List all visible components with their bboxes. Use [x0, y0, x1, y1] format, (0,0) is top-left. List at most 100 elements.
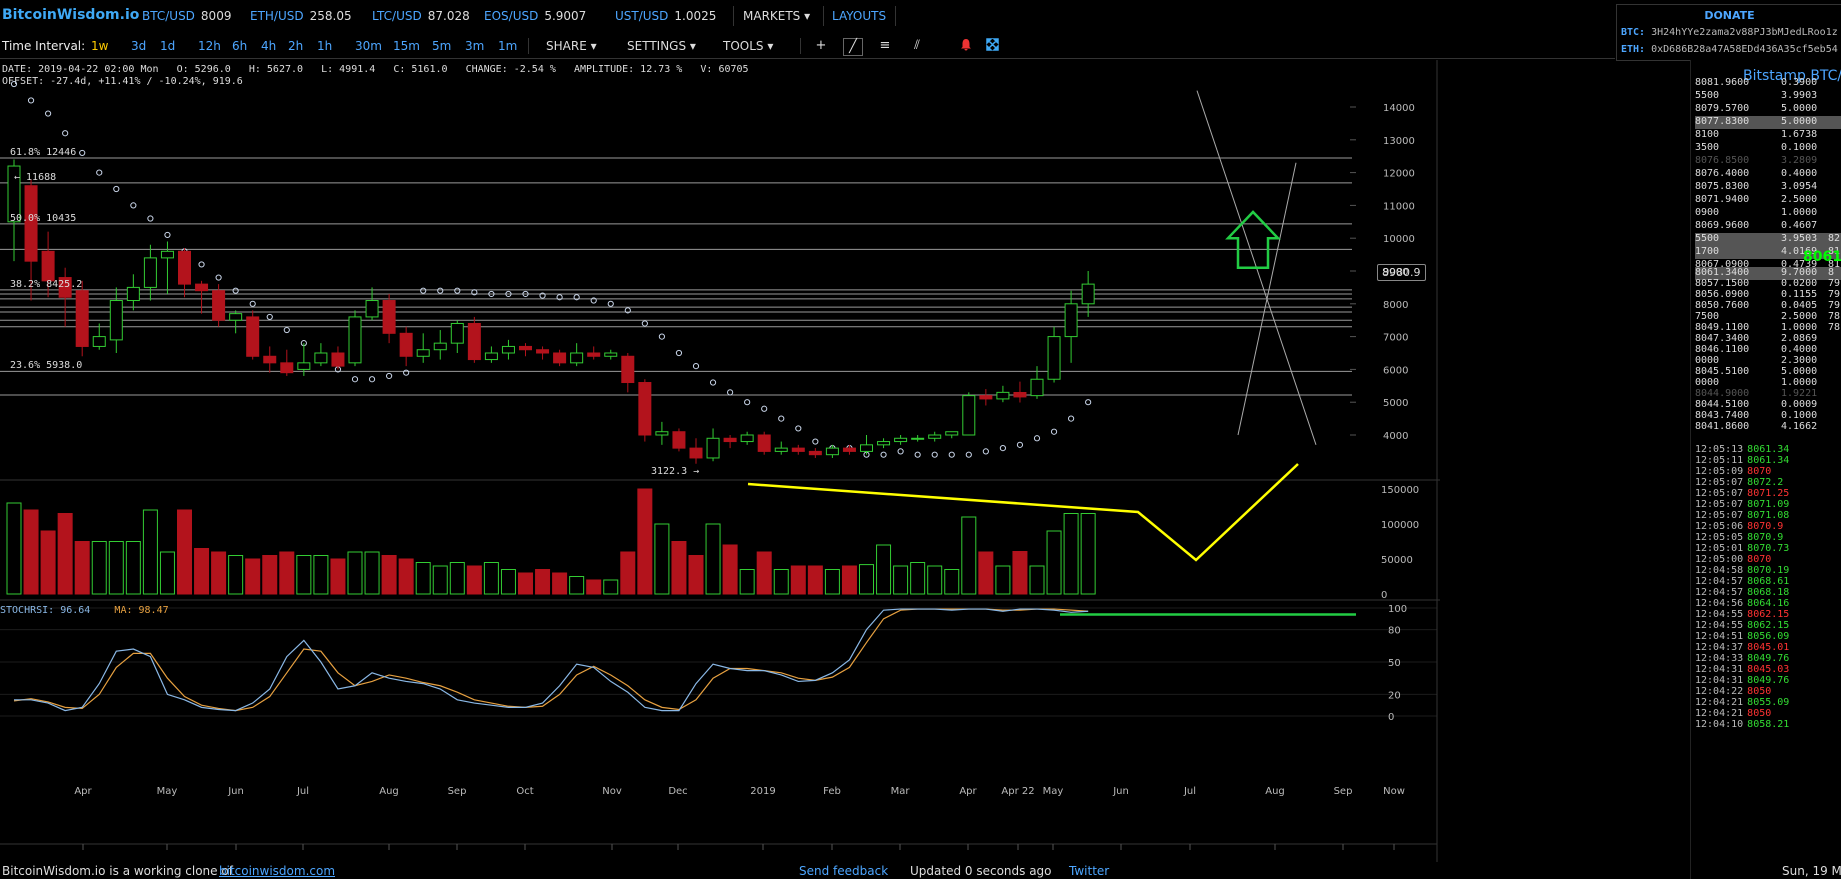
orderbook-row[interactable]: 5500 3.9503 82	[1695, 233, 1841, 246]
ticker-ust[interactable]: UST/USD 1.0025	[615, 9, 716, 23]
trade-time: 12:05:05	[1695, 532, 1744, 543]
orderbook-row[interactable]: 3500 0.1000	[1695, 142, 1841, 155]
orderbook-row[interactable]: 8076.8500 3.2809	[1695, 155, 1841, 168]
sar-dot	[880, 451, 887, 458]
orderbook-amount: 0.4000	[1781, 168, 1818, 179]
trade-row: 12:04:55 8062.15	[1695, 620, 1789, 631]
trade-price: 8045.01	[1747, 642, 1790, 653]
interval-1w[interactable]: 1w	[91, 39, 108, 53]
line-draw-icon[interactable]: ╱	[843, 38, 863, 56]
interval-6h[interactable]: 6h	[232, 39, 247, 53]
sar-dot	[795, 425, 802, 432]
markets-menu[interactable]: MARKETS ▾	[743, 9, 810, 23]
twitter-link[interactable]: Twitter	[1069, 864, 1109, 878]
x-tick-label: Aug	[379, 786, 399, 797]
interval-1m[interactable]: 1m	[498, 39, 517, 53]
orderbook-row[interactable]: 5500 3.9903	[1695, 90, 1841, 103]
sar-dot	[727, 389, 734, 396]
ticker-eos[interactable]: EOS/USD 5.9007	[484, 9, 586, 23]
sar-dot	[266, 313, 273, 321]
ticker-ltc[interactable]: LTC/USD 87.028	[372, 9, 470, 23]
interval-30m[interactable]: 30m	[355, 39, 382, 53]
volume-trend-line	[747, 463, 1299, 562]
clone-link[interactable]: bitcoinwisdom.com	[219, 864, 335, 878]
trade-time: 12:04:55	[1695, 609, 1744, 620]
interval-4h[interactable]: 4h	[261, 39, 276, 53]
orderbook-row[interactable]: 8071.9400 2.5000	[1695, 194, 1841, 207]
layouts-menu[interactable]: LAYOUTS	[832, 9, 886, 23]
orderbook-row[interactable]: 8076.4000 0.4000	[1695, 168, 1841, 181]
candle-body	[365, 300, 379, 318]
orderbook-price: 8081.9600	[1695, 77, 1750, 88]
settings-menu[interactable]: SETTINGS ▾	[627, 39, 696, 53]
interval-15m[interactable]: 15m	[393, 39, 420, 53]
donate-btc-row[interactable]: BTC: 3H24hYYe2zama2v88PJ3bMJedLRoo1z	[1621, 27, 1838, 38]
share-menu[interactable]: SHARE ▾	[546, 39, 597, 53]
sar-dot	[386, 372, 393, 380]
sar-dot	[130, 202, 137, 209]
trade-row: 12:05:06 8070.9	[1695, 521, 1783, 532]
trade-price: 8070.73	[1747, 543, 1790, 554]
interval-1d[interactable]: 1d	[160, 39, 175, 53]
volume-bar	[978, 551, 994, 595]
orderbook-row[interactable]: 8081.9600 0.3900	[1695, 77, 1841, 90]
x-tick-label: Jun	[1112, 786, 1129, 797]
hlines-icon[interactable]: ≡	[876, 38, 894, 54]
axes: 1400013000120001100010000900080007000600…	[0, 60, 1440, 862]
volume-bar	[841, 565, 857, 595]
candle-body	[621, 355, 635, 384]
donate-eth-row[interactable]: ETH: 0xD686B28a47A58EDd436A35cf5eb54	[1621, 44, 1838, 55]
orderbook-row[interactable]: 8069.9600 0.4607	[1695, 220, 1841, 233]
interval-3d[interactable]: 3d	[131, 39, 146, 53]
trade-price: 8068.61	[1747, 576, 1790, 587]
sar-dot	[897, 448, 904, 455]
orderbook-price: 8049.1100	[1695, 322, 1750, 333]
orderbook-row[interactable]: 8075.8300 3.0954	[1695, 181, 1841, 194]
volume-bar	[74, 541, 90, 595]
tools-menu[interactable]: TOOLS ▾	[723, 39, 773, 53]
sar-dot	[607, 300, 614, 307]
sar-dot	[931, 451, 938, 458]
ticker-eth[interactable]: ETH/USD 258.05	[250, 9, 352, 23]
alert-bell-icon[interactable]	[957, 38, 975, 54]
candle-body	[450, 322, 464, 344]
eth-label: ETH:	[1621, 44, 1646, 55]
logo[interactable]: BitcoinWisdom.io	[2, 7, 139, 23]
volume-bar	[535, 569, 551, 595]
interval-5m[interactable]: 5m	[432, 39, 451, 53]
orderbook-amount: 0.0405	[1781, 300, 1818, 311]
interval-1h[interactable]: 1h	[317, 39, 332, 53]
orderbook-price: 5500	[1695, 90, 1720, 101]
trade-time: 12:05:11	[1695, 455, 1744, 466]
interval-2h[interactable]: 2h	[288, 39, 303, 53]
rsi-tick-label: 100	[1388, 604, 1407, 615]
orderbook-row[interactable]: 8041.8600 4.1662	[1695, 421, 1841, 434]
ticker-btc[interactable]: BTC/USD 8009	[142, 9, 231, 23]
interval-12h[interactable]: 12h	[198, 39, 221, 53]
orderbook-amount: 5.0000	[1781, 366, 1818, 377]
interval-3m[interactable]: 3m	[465, 39, 484, 53]
candle-body	[911, 437, 925, 440]
ma-value: 98.47	[138, 605, 169, 616]
candle-body	[229, 313, 243, 321]
trade-price: 8058.21	[1747, 719, 1790, 730]
orderbook-row[interactable]: 0900 1.0000	[1695, 207, 1841, 220]
send-feedback-link[interactable]: Send feedback	[799, 864, 888, 878]
volume-tick-label: 100000	[1381, 520, 1419, 531]
volume-bar	[1063, 513, 1079, 595]
orderbook-amount: 2.5000	[1781, 311, 1818, 322]
orderbook-amount: 3.9503	[1781, 233, 1818, 244]
orderbook-row[interactable]: 8077.8300 5.0000	[1695, 116, 1841, 129]
orderbook-row[interactable]: 8079.5700 5.0000	[1695, 103, 1841, 116]
fib-draw-icon[interactable]: ⫽	[908, 38, 926, 54]
fullscreen-icon[interactable]	[983, 38, 1001, 54]
orderbook-row[interactable]: 8100 1.6738	[1695, 129, 1841, 142]
orderbook-extra: 79	[1828, 278, 1841, 289]
price-chart[interactable]: 1400013000120001100010000900080007000600…	[0, 60, 1690, 862]
trade-row: 12:04:10 8058.21	[1695, 719, 1789, 730]
candle-body	[587, 352, 601, 357]
volume-bar	[6, 502, 22, 595]
volume-bar	[1046, 530, 1062, 595]
volume-bar	[245, 558, 261, 595]
crosshair-icon[interactable]: +	[812, 38, 830, 54]
